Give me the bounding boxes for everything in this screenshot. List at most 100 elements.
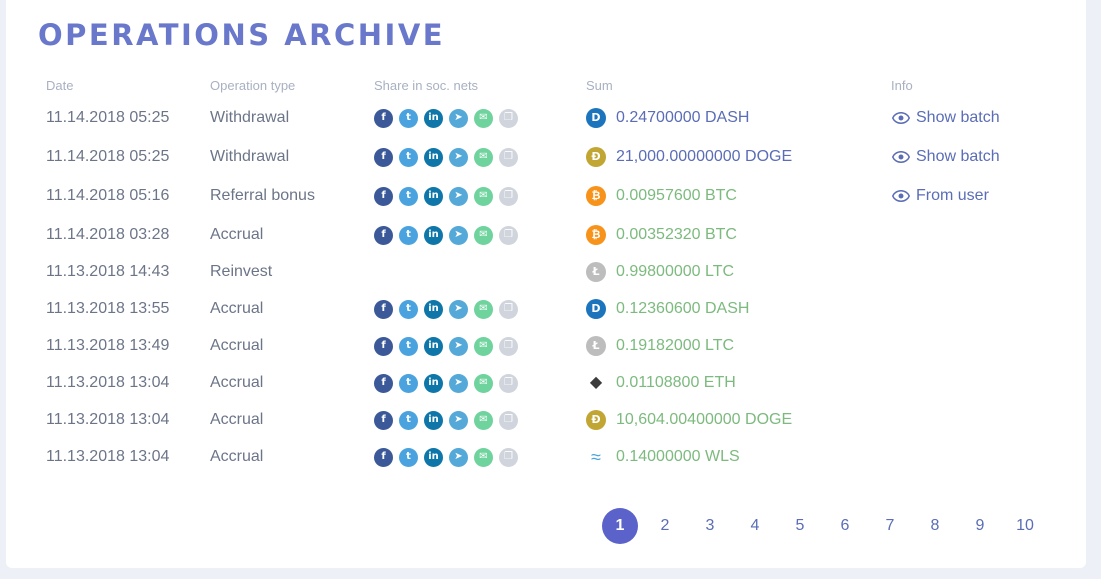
page-1-button[interactable]: 1 bbox=[602, 508, 638, 544]
twitter-icon[interactable]: t bbox=[399, 225, 418, 245]
email-icon[interactable]: ✉ bbox=[474, 299, 493, 319]
page-7-button[interactable]: 7 bbox=[872, 508, 908, 544]
copy-icon[interactable]: ❐ bbox=[499, 373, 518, 393]
share-buttons: f t in ➤ ✉ ❐ bbox=[374, 142, 518, 172]
email-icon[interactable]: ✉ bbox=[474, 108, 493, 128]
telegram-icon[interactable]: ➤ bbox=[449, 147, 468, 167]
telegram-icon[interactable]: ➤ bbox=[449, 186, 468, 206]
facebook-icon[interactable]: f bbox=[374, 299, 393, 319]
facebook-icon[interactable]: f bbox=[374, 447, 393, 467]
facebook-icon[interactable]: f bbox=[374, 336, 393, 356]
page-4-button[interactable]: 4 bbox=[737, 508, 773, 544]
table-row: 11.13.2018 14:43 Reinvest Ł 0.99800000 LTC bbox=[6, 257, 1086, 287]
page-title: OPERATIONS ARCHIVE bbox=[38, 18, 446, 52]
email-icon[interactable]: ✉ bbox=[474, 225, 493, 245]
email-icon[interactable]: ✉ bbox=[474, 447, 493, 467]
operation-type: Accrual bbox=[210, 374, 264, 391]
copy-icon[interactable]: ❐ bbox=[499, 299, 518, 319]
twitter-icon[interactable]: t bbox=[399, 108, 418, 128]
email-icon[interactable]: ✉ bbox=[474, 336, 493, 356]
linkedin-icon[interactable]: in bbox=[424, 410, 443, 430]
column-header-info: Info bbox=[891, 78, 913, 93]
copy-icon[interactable]: ❐ bbox=[499, 336, 518, 356]
telegram-icon[interactable]: ➤ bbox=[449, 410, 468, 430]
linkedin-icon[interactable]: in bbox=[424, 147, 443, 167]
sum-amount: 0.12360600 DASH bbox=[616, 300, 750, 317]
facebook-icon[interactable]: f bbox=[374, 147, 393, 167]
email-icon[interactable]: ✉ bbox=[474, 186, 493, 206]
operation-type: Accrual bbox=[210, 411, 264, 428]
page-3-button[interactable]: 3 bbox=[692, 508, 728, 544]
column-header-share: Share in soc. nets bbox=[374, 78, 479, 93]
telegram-icon[interactable]: ➤ bbox=[449, 225, 468, 245]
share-buttons: f t in ➤ ✉ ❐ bbox=[374, 220, 518, 250]
facebook-icon[interactable]: f bbox=[374, 410, 393, 430]
operation-sum: Ð 10,604.00400000 DOGE bbox=[586, 405, 792, 435]
page-5-button[interactable]: 5 bbox=[782, 508, 818, 544]
twitter-icon[interactable]: t bbox=[399, 186, 418, 206]
operation-sum: ◆ 0.01108800 ETH bbox=[586, 368, 736, 398]
share-buttons: f t in ➤ ✉ ❐ bbox=[374, 331, 518, 361]
facebook-icon[interactable]: f bbox=[374, 186, 393, 206]
linkedin-icon[interactable]: in bbox=[424, 108, 443, 128]
from-user-link[interactable]: From user bbox=[892, 181, 989, 211]
share-buttons: f t in ➤ ✉ ❐ bbox=[374, 442, 518, 472]
linkedin-icon[interactable]: in bbox=[424, 186, 443, 206]
page-8-button[interactable]: 8 bbox=[917, 508, 953, 544]
twitter-icon[interactable]: t bbox=[399, 410, 418, 430]
table-row: 11.13.2018 13:49 Accrual f t in ➤ ✉ ❐ Ł 0.1918200… bbox=[6, 331, 1086, 361]
operation-date: 11.14.2018 05:25 bbox=[46, 148, 170, 165]
email-icon[interactable]: ✉ bbox=[474, 410, 493, 430]
twitter-icon[interactable]: t bbox=[399, 336, 418, 356]
copy-icon[interactable]: ❐ bbox=[499, 410, 518, 430]
telegram-icon[interactable]: ➤ bbox=[449, 336, 468, 356]
linkedin-icon[interactable]: in bbox=[424, 299, 443, 319]
operation-date: 11.14.2018 03:28 bbox=[46, 226, 170, 243]
page-9-button[interactable]: 9 bbox=[962, 508, 998, 544]
twitter-icon[interactable]: t bbox=[399, 299, 418, 319]
twitter-icon[interactable]: t bbox=[399, 147, 418, 167]
operation-sum: D 0.12360600 DASH bbox=[586, 294, 749, 324]
sum-amount: 10,604.00400000 DOGE bbox=[616, 411, 793, 428]
twitter-icon[interactable]: t bbox=[399, 447, 418, 467]
facebook-icon[interactable]: f bbox=[374, 225, 393, 245]
wls-coin-icon: ≈ bbox=[591, 447, 601, 467]
sum-amount: 0.99800000 LTC bbox=[616, 263, 735, 280]
copy-icon[interactable]: ❐ bbox=[499, 108, 518, 128]
linkedin-icon[interactable]: in bbox=[424, 447, 443, 467]
email-icon[interactable]: ✉ bbox=[474, 147, 493, 167]
email-icon[interactable]: ✉ bbox=[474, 373, 493, 393]
btc-coin-icon: ₿ bbox=[586, 186, 606, 206]
telegram-icon[interactable]: ➤ bbox=[449, 447, 468, 467]
copy-icon[interactable]: ❐ bbox=[499, 447, 518, 467]
table-row: 11.13.2018 13:04 Accrual f t in ➤ ✉ ❐ ≈0.1400000… bbox=[6, 442, 1086, 472]
operation-date: 11.14.2018 05:25 bbox=[46, 109, 170, 126]
telegram-icon[interactable]: ➤ bbox=[449, 108, 468, 128]
linkedin-icon[interactable]: in bbox=[424, 336, 443, 356]
eye-icon bbox=[892, 112, 916, 124]
operation-date: 11.13.2018 13:04 bbox=[46, 374, 170, 391]
page-2-button[interactable]: 2 bbox=[647, 508, 683, 544]
table-row: 11.14.2018 05:16 Referral bonus f t in ➤ ✉ ❐ ₿ 0.… bbox=[6, 181, 1086, 211]
linkedin-icon[interactable]: in bbox=[424, 373, 443, 393]
sum-amount: 0.01108800 ETH bbox=[616, 374, 736, 391]
share-buttons: f t in ➤ ✉ ❐ bbox=[374, 181, 518, 211]
page-6-button[interactable]: 6 bbox=[827, 508, 863, 544]
btc-coin-icon: ₿ bbox=[586, 225, 606, 245]
table-row: 11.14.2018 05:25 Withdrawal f t in ➤ ✉ ❐ D 0.2470… bbox=[6, 103, 1086, 133]
facebook-icon[interactable]: f bbox=[374, 108, 393, 128]
telegram-icon[interactable]: ➤ bbox=[449, 373, 468, 393]
show-batch-link[interactable]: Show batch bbox=[892, 142, 1000, 172]
linkedin-icon[interactable]: in bbox=[424, 225, 443, 245]
operation-type: Referral bonus bbox=[210, 187, 315, 204]
copy-icon[interactable]: ❐ bbox=[499, 147, 518, 167]
page-10-button[interactable]: 10 bbox=[1007, 508, 1043, 544]
dash-coin-icon: D bbox=[586, 299, 606, 319]
eth-coin-icon: ◆ bbox=[589, 374, 603, 391]
show-batch-link[interactable]: Show batch bbox=[892, 103, 1000, 133]
copy-icon[interactable]: ❐ bbox=[499, 225, 518, 245]
copy-icon[interactable]: ❐ bbox=[499, 186, 518, 206]
twitter-icon[interactable]: t bbox=[399, 373, 418, 393]
telegram-icon[interactable]: ➤ bbox=[449, 299, 468, 319]
facebook-icon[interactable]: f bbox=[374, 373, 393, 393]
